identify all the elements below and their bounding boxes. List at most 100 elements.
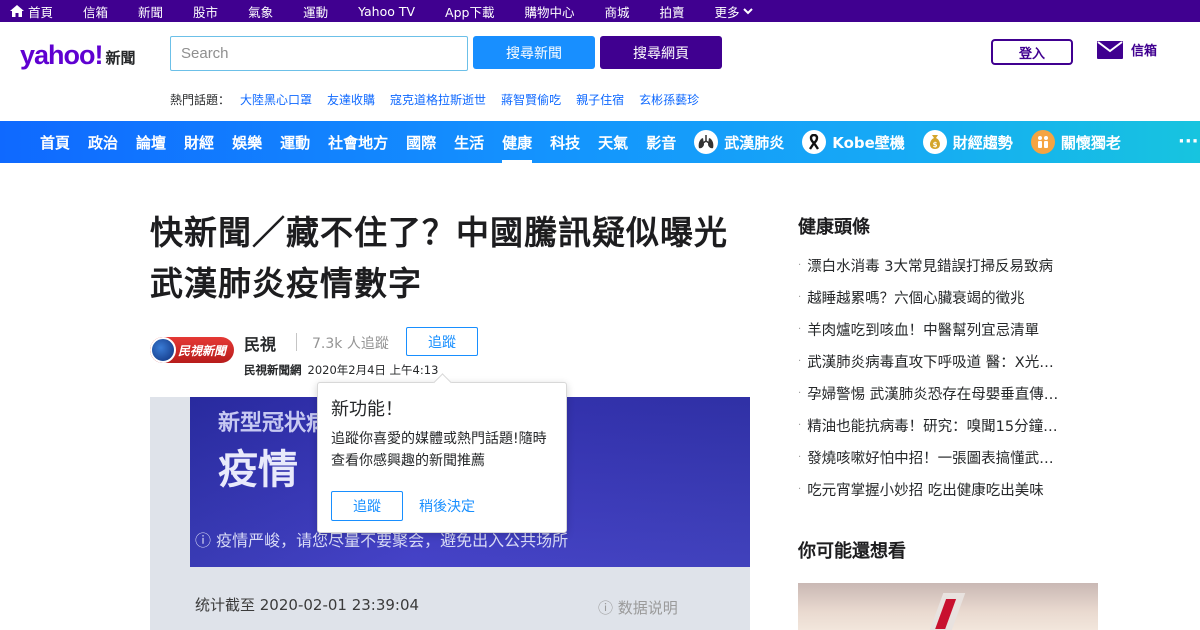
topbar-item-weather[interactable]: 氣象 xyxy=(248,2,273,21)
bullet: · xyxy=(798,387,802,399)
nav-special-wuhan-pneumonia[interactable]: 武漢肺炎 xyxy=(694,130,784,154)
nav-more-icon[interactable]: ··· xyxy=(1178,131,1199,152)
headline-text: 羊肉爐吃到咳血！中醫幫列宜忌清單 xyxy=(807,322,1040,339)
article-source: 民視新聞網 xyxy=(244,363,302,377)
bullet: · xyxy=(798,259,802,271)
topbar-item-label: 首頁 xyxy=(28,4,54,20)
trending-label: 熱門話題： xyxy=(170,93,231,107)
search-web-button[interactable]: 搜尋網頁 xyxy=(600,36,722,69)
mail-link[interactable]: 信箱 xyxy=(1097,40,1157,59)
list-item[interactable]: · 吃元宵掌握小妙招 吃出健康吃出美味 xyxy=(798,473,1098,505)
nav-item-health[interactable]: 健康 xyxy=(502,121,533,163)
nav-special-kobe[interactable]: Kobe壁機 xyxy=(802,130,905,154)
divider xyxy=(296,333,297,351)
list-item[interactable]: · 漂白水消毒 3大常見錯誤打掃反易致病 xyxy=(798,249,1098,281)
home-icon xyxy=(10,5,24,17)
headline-text: 武漢肺炎病毒直攻下呼吸道 醫：X光… xyxy=(807,354,1054,371)
category-nav: 首頁 政治 論壇 財經 娛樂 運動 社會地方 國際 生活 健康 科技 天氣 影音… xyxy=(0,121,1200,163)
nav-item-home[interactable]: 首頁 xyxy=(40,121,70,163)
publisher-name[interactable]: 民視 xyxy=(244,331,276,355)
nav-item-tech[interactable]: 科技 xyxy=(550,121,580,163)
nav-special-elderly-care[interactable]: 關懷獨老 xyxy=(1030,130,1121,154)
list-item[interactable]: · 精油也能抗病毒！研究：嗅聞15分鐘… xyxy=(798,409,1098,441)
bullet: · xyxy=(798,483,802,495)
publisher-logo-globe xyxy=(150,337,176,363)
lungs-icon xyxy=(694,130,719,154)
new-feature-popover: 新功能！ 追蹤你喜愛的媒體或熱門話題!隨時查看你感興趣的新聞推薦 追蹤 稍後決定 xyxy=(317,382,567,533)
nav-special-label: Kobe壁機 xyxy=(832,133,905,152)
popover-body: 追蹤你喜愛的媒體或熱門話題!隨時查看你感興趣的新聞推薦 xyxy=(331,431,547,469)
trending-topic[interactable]: 蔣智賢偷吃 xyxy=(501,91,561,108)
svg-text:$: $ xyxy=(932,141,937,149)
topbar-item-mail[interactable]: 信箱 xyxy=(83,2,108,21)
image-text: 统计截至 2020-02-01 23:39:04 xyxy=(195,596,420,614)
login-button[interactable]: 登入 xyxy=(991,39,1073,65)
health-headlines-list: · 漂白水消毒 3大常見錯誤打掃反易致病 · 越睡越累嗎？六個心臟衰竭的徵兆 · 羊肉… xyxy=(798,249,1098,505)
topbar-item-auction[interactable]: 拍賣 xyxy=(660,2,685,21)
trending-topic[interactable]: 寇克道格拉斯逝世 xyxy=(390,91,486,108)
topbar-more-label: 更多 xyxy=(714,4,740,20)
nav-item-video[interactable]: 影音 xyxy=(646,121,676,163)
nav-item-international[interactable]: 國際 xyxy=(406,121,436,163)
trending-topic[interactable]: 親子住宿 xyxy=(576,91,624,108)
list-item[interactable]: · 發燒咳嗽好怕中招！一張圖表搞懂武… xyxy=(798,441,1098,473)
list-item[interactable]: · 羊肉爐吃到咳血！中醫幫列宜忌清單 xyxy=(798,313,1098,345)
publisher-logo[interactable]: 民視新聞 xyxy=(150,337,234,363)
money-bag-icon: $ xyxy=(922,130,947,154)
nav-special-finance-trends[interactable]: $ 財經趨勢 xyxy=(922,130,1013,154)
trending-topic[interactable]: 玄彬孫藝珍 xyxy=(639,91,699,108)
recommended-heading: 你可能還想看 xyxy=(798,541,906,562)
topbar-item-app-download[interactable]: App下載 xyxy=(445,2,494,21)
list-item[interactable]: · 越睡越累嗎？六個心臟衰竭的徵兆 xyxy=(798,281,1098,313)
nav-item-life[interactable]: 生活 xyxy=(454,121,484,163)
mail-icon xyxy=(1097,40,1123,59)
topbar-item-news[interactable]: 新聞 xyxy=(138,2,163,21)
topbar-more[interactable]: 更多 xyxy=(715,2,757,21)
bullet: · xyxy=(798,451,802,463)
popover-follow-button[interactable]: 追蹤 xyxy=(331,491,403,521)
article-meta: 民視新聞網 2020年2月4日 上午4:13 xyxy=(244,362,438,378)
bullet: · xyxy=(798,323,802,335)
logo-subtitle: 新聞 xyxy=(105,49,136,67)
yahoo-news-logo[interactable]: yahoo! 新聞 xyxy=(20,40,136,70)
recommended-article-image[interactable] xyxy=(798,583,1098,630)
nav-item-sports[interactable]: 運動 xyxy=(280,121,310,163)
top-bar: 首頁 信箱 新聞 股市 氣象 運動 Yahoo TV App下載 購物中心 商城… xyxy=(0,0,1200,22)
nav-item-finance[interactable]: 財經 xyxy=(184,121,214,163)
health-headlines-heading: 健康頭條 xyxy=(798,217,870,238)
article-title: 快新聞／藏不住了？中國騰訊疑似曝光武漢肺炎疫情數字 xyxy=(150,213,728,303)
topbar-item-home[interactable]: 首頁 xyxy=(10,2,53,21)
popover-title: 新功能！ xyxy=(331,399,403,420)
mail-label: 信箱 xyxy=(1131,44,1158,59)
nav-item-politics[interactable]: 政治 xyxy=(88,121,118,163)
topbar-item-sports[interactable]: 運動 xyxy=(303,2,328,21)
trending-topic[interactable]: 大陸黑心口罩 xyxy=(240,91,312,108)
logo-text: yahoo! xyxy=(20,40,104,70)
elderly-icon xyxy=(1030,130,1055,154)
search-news-button[interactable]: 搜尋新聞 xyxy=(473,36,595,69)
article-date: 2020年2月4日 上午4:13 xyxy=(307,363,439,377)
airplane-tail-image xyxy=(928,593,966,630)
headline-text: 孕婦警惕 武漢肺炎恐存在母嬰垂直傳… xyxy=(807,386,1059,403)
popover-later-link[interactable]: 稍後決定 xyxy=(419,496,475,516)
topbar-item-stocks[interactable]: 股市 xyxy=(193,2,218,21)
nav-special-label: 關懷獨老 xyxy=(1060,133,1121,152)
headline-text: 越睡越累嗎？六個心臟衰竭的徵兆 xyxy=(807,290,1025,307)
nav-item-weather[interactable]: 天氣 xyxy=(598,121,628,163)
list-item[interactable]: · 武漢肺炎病毒直攻下呼吸道 醫：X光… xyxy=(798,345,1098,377)
list-item[interactable]: · 孕婦警惕 武漢肺炎恐存在母嬰垂直傳… xyxy=(798,377,1098,409)
nav-special-label: 武漢肺炎 xyxy=(724,133,785,152)
nav-item-society[interactable]: 社會地方 xyxy=(328,121,388,163)
nav-item-forum[interactable]: 論壇 xyxy=(136,121,166,163)
publisher-logo-text: 民視新聞 xyxy=(178,343,227,358)
follow-button[interactable]: 追蹤 xyxy=(406,327,478,356)
topbar-item-mall[interactable]: 商城 xyxy=(604,2,629,21)
topbar-item-yahoo-tv[interactable]: Yahoo TV xyxy=(358,4,415,19)
search-input[interactable] xyxy=(170,36,468,71)
trending-topic[interactable]: 友達收購 xyxy=(327,91,375,108)
bullet: · xyxy=(798,291,802,303)
topbar-item-shopping[interactable]: 購物中心 xyxy=(524,2,574,21)
headline-text: 發燒咳嗽好怕中招！一張圖表搞懂武… xyxy=(807,450,1054,467)
nav-item-entertainment[interactable]: 娛樂 xyxy=(232,121,262,163)
follower-count: 7.3k 人追蹤 xyxy=(312,336,389,352)
